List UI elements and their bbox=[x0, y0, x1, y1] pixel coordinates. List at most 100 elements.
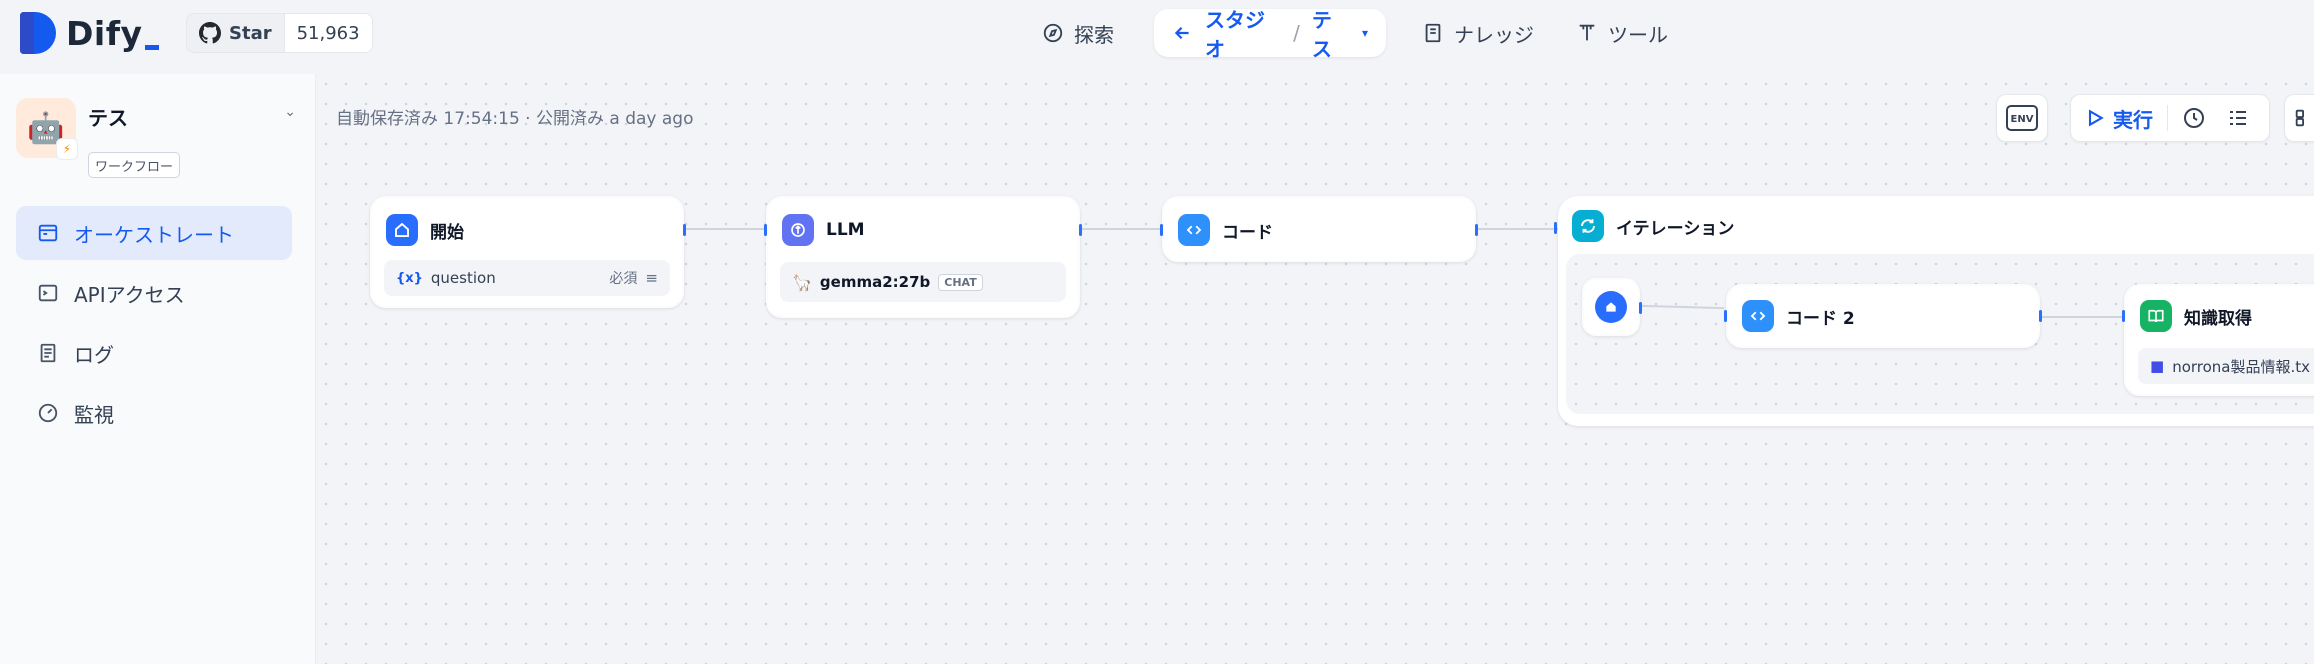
svg-text:ENV: ENV bbox=[2011, 114, 2034, 125]
text-lines-icon: ≡ bbox=[645, 269, 658, 287]
play-icon[interactable] bbox=[2085, 108, 2105, 128]
input-handle[interactable] bbox=[764, 224, 767, 236]
sidebar: 🤖 ⚡ テス ワークフロー ⌄ オーケストレート APIアクセス ログ 監視 bbox=[0, 74, 316, 664]
edge-iter-start-code2 bbox=[1641, 304, 1725, 310]
iteration-start-node[interactable] bbox=[1582, 278, 1642, 336]
sidebar-item-label: APIアクセス bbox=[74, 282, 185, 307]
chevron-down-icon[interactable]: ▾ bbox=[1362, 26, 1368, 40]
nav-studio[interactable]: スタジオ / テス ▾ bbox=[1154, 8, 1386, 61]
nav-studio-label[interactable]: スタジオ bbox=[1205, 4, 1281, 62]
run-toolbar: 実行 bbox=[2070, 94, 2270, 142]
model-name: gemma2:27b bbox=[819, 273, 931, 291]
nav-knowledge[interactable]: ナレッジ bbox=[1422, 9, 1534, 57]
logo-text: Dify bbox=[66, 13, 143, 53]
ollama-icon: 🦙 bbox=[792, 272, 812, 292]
output-handle[interactable] bbox=[1475, 224, 1478, 236]
node-llm[interactable]: LLM 🦙 gemma2:27b CHAT bbox=[764, 196, 1082, 318]
code-icon bbox=[1178, 214, 1210, 246]
history-icon[interactable] bbox=[2182, 106, 2206, 130]
output-handle[interactable] bbox=[1079, 224, 1082, 236]
env-icon: ENV bbox=[2006, 105, 2038, 131]
app-type-tag: ワークフロー bbox=[88, 152, 181, 178]
sidebar-item-orchestrate[interactable]: オーケストレート bbox=[16, 206, 292, 260]
input-handle[interactable] bbox=[1724, 310, 1727, 322]
sidebar-item-label: オーケストレート bbox=[74, 222, 234, 247]
input-handle[interactable] bbox=[1160, 224, 1163, 236]
dify-logo[interactable]: Dify bbox=[20, 10, 159, 56]
iteration-canvas[interactable]: コード 2 知識取得 ■ norrona製品情報.tx bbox=[1566, 254, 2314, 414]
output-handle[interactable] bbox=[683, 224, 686, 236]
node-title: 知識取得 bbox=[2184, 308, 2252, 329]
dashboard-gauge-icon bbox=[36, 401, 60, 425]
edge-llm-code bbox=[1082, 228, 1166, 230]
code-icon bbox=[1742, 300, 1774, 332]
node-title: LLM bbox=[826, 220, 865, 240]
sidebar-item-api-access[interactable]: APIアクセス bbox=[16, 266, 292, 320]
dataset-name: norrona製品情報.tx bbox=[2172, 357, 2311, 376]
node-knowledge-retrieval[interactable]: 知識取得 ■ norrona製品情報.tx bbox=[2122, 284, 2314, 396]
input-handle[interactable] bbox=[2122, 310, 2125, 322]
node-iteration[interactable]: イテレーション コード 2 知識取得 ■ norrona製品情報.tx bbox=[1554, 196, 2314, 426]
chevron-down-icon[interactable]: ⌄ bbox=[284, 104, 296, 120]
github-icon bbox=[199, 22, 221, 44]
sidebar-item-label: ログ bbox=[74, 342, 114, 367]
node-title: コード bbox=[1222, 222, 1273, 243]
edge-code2-knowledge bbox=[2042, 316, 2122, 318]
sidebar-item-label: 監視 bbox=[74, 402, 114, 427]
folder-icon: ■ bbox=[2150, 357, 2165, 375]
toolbar-divider bbox=[2167, 105, 2168, 131]
tool-icon bbox=[1579, 24, 1595, 41]
edge-code-iteration bbox=[1478, 228, 1562, 230]
github-star-button[interactable]: Star bbox=[187, 14, 284, 52]
output-handle[interactable] bbox=[1639, 302, 1642, 314]
input-handle[interactable] bbox=[1554, 222, 1557, 234]
node-code-2[interactable]: コード 2 bbox=[1724, 284, 2042, 348]
grid-icon bbox=[2295, 109, 2304, 127]
breadcrumb-separator: / bbox=[1293, 21, 1300, 45]
variable-icon: {x} bbox=[396, 270, 423, 286]
llm-model-row[interactable]: 🦙 gemma2:27b CHAT bbox=[780, 262, 1066, 302]
edge-start-llm bbox=[686, 228, 770, 230]
node-start[interactable]: 開始 {x} question 必須 ≡ bbox=[370, 196, 686, 308]
llm-brain-icon bbox=[782, 214, 814, 246]
dataset-row[interactable]: ■ norrona製品情報.tx bbox=[2138, 348, 2314, 384]
compass-icon bbox=[1043, 23, 1063, 43]
start-variable-row[interactable]: {x} question 必須 ≡ bbox=[384, 260, 670, 296]
variable-name: question bbox=[430, 269, 496, 287]
arrow-left-icon[interactable] bbox=[1172, 22, 1193, 44]
terminal-icon bbox=[36, 281, 60, 305]
workflow-canvas[interactable]: 自動保存済み 17:54:15 · 公開済み a day ago ENV 実行 … bbox=[316, 74, 2314, 664]
node-code[interactable]: コード bbox=[1160, 196, 1478, 262]
sidebar-item-logs[interactable]: ログ bbox=[16, 326, 292, 380]
file-list-icon bbox=[36, 341, 60, 365]
checklist-icon[interactable] bbox=[2226, 106, 2250, 130]
node-title: コード 2 bbox=[1786, 308, 1855, 329]
sidebar-item-monitoring[interactable]: 監視 bbox=[16, 386, 292, 440]
workflow-badge-icon: ⚡ bbox=[56, 138, 78, 160]
model-mode-chip: CHAT bbox=[938, 273, 983, 291]
terminal-window-icon bbox=[36, 221, 60, 245]
top-bar: Dify Star 51,963 探索 スタジオ / テス ▾ ナレッジ ツール bbox=[0, 0, 2314, 66]
env-button[interactable]: ENV bbox=[1996, 94, 2048, 142]
app-header[interactable]: 🤖 ⚡ テス ワークフロー ⌄ bbox=[16, 98, 300, 178]
github-star-label: Star bbox=[229, 22, 272, 44]
home-icon bbox=[1595, 291, 1627, 323]
more-actions-button[interactable] bbox=[2284, 94, 2314, 142]
nav-tools-label: ツール bbox=[1608, 22, 1668, 47]
required-label: 必須 bbox=[609, 271, 638, 287]
nav-explore-label: 探索 bbox=[1074, 22, 1114, 47]
nav-explore[interactable]: 探索 bbox=[1042, 9, 1114, 57]
nav-tools[interactable]: ツール bbox=[1576, 9, 1668, 57]
app-name: テス bbox=[88, 106, 128, 130]
nav-current-app[interactable]: テス bbox=[1312, 4, 1350, 62]
node-title: 開始 bbox=[430, 222, 464, 243]
dify-logo-mark bbox=[20, 12, 56, 54]
refresh-loop-icon bbox=[1572, 210, 1604, 242]
node-title: イテレーション bbox=[1616, 218, 1735, 239]
logo-cursor bbox=[144, 44, 159, 50]
book-icon bbox=[1425, 23, 1441, 43]
github-star-widget[interactable]: Star 51,963 bbox=[186, 13, 373, 53]
home-icon bbox=[386, 214, 418, 246]
run-button[interactable]: 実行 bbox=[2113, 104, 2153, 133]
save-status: 自動保存済み 17:54:15 · 公開済み a day ago bbox=[336, 109, 694, 129]
